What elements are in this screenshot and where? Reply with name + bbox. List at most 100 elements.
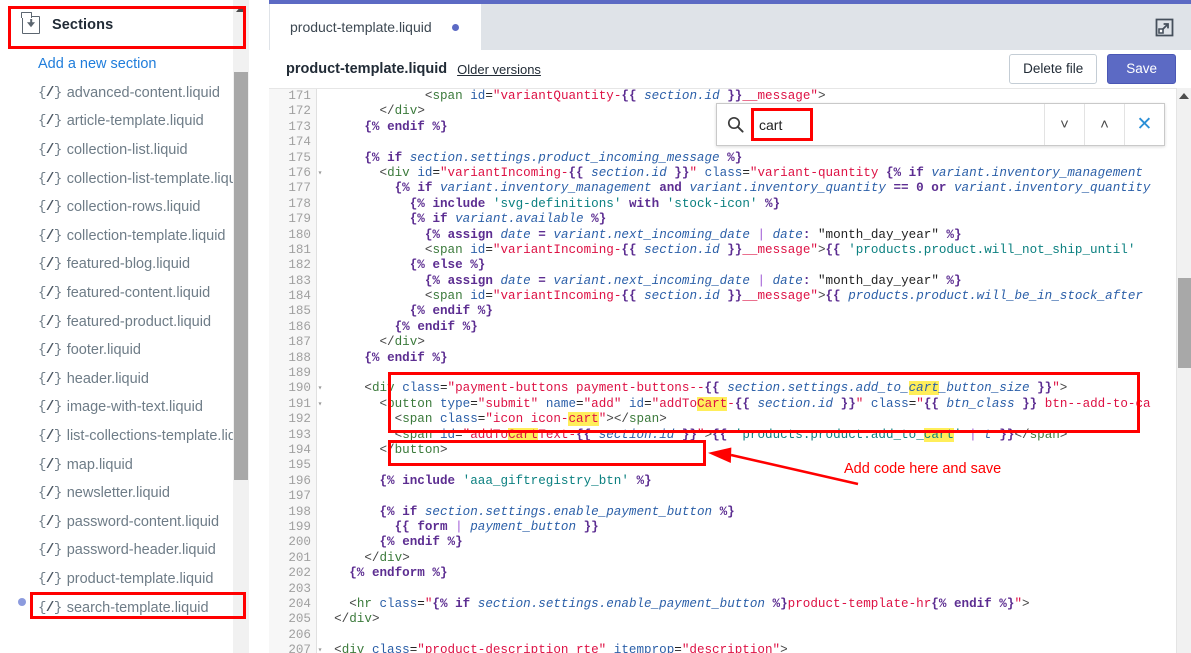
sections-sidebar: Sections Add a new section {/} advanced-c… bbox=[0, 0, 249, 653]
liquid-file-icon: {/} bbox=[38, 513, 62, 530]
code-line[interactable] bbox=[319, 458, 1191, 473]
line-number: 181 bbox=[288, 242, 311, 257]
active-file-dot-icon bbox=[18, 598, 26, 606]
code-line[interactable]: {% endif %} bbox=[319, 351, 1191, 366]
older-versions-link[interactable]: Older versions bbox=[457, 62, 541, 77]
search-match: Cart bbox=[508, 427, 539, 442]
code-line[interactable]: {% endif %} bbox=[319, 535, 1191, 550]
line-number: 180 bbox=[288, 227, 311, 242]
find-next-button[interactable]: ˅ bbox=[1044, 104, 1084, 145]
code-line[interactable]: {% include 'svg-definitions' with 'stock… bbox=[319, 197, 1191, 212]
code-line[interactable]: <div class="payment-buttons payment-butt… bbox=[319, 381, 1191, 396]
sidebar-file-product-template-liquid[interactable]: {/} product-template.liquid bbox=[0, 565, 249, 594]
editor-scrollbar[interactable] bbox=[1176, 88, 1191, 653]
code-line[interactable]: {% include 'aaa_giftregistry_btn' %} bbox=[319, 474, 1191, 489]
sidebar-file-image-with-text-liquid[interactable]: {/} image-with-text.liquid bbox=[0, 393, 249, 422]
code-content[interactable]: <span id="variantQuantity-{{ section.id … bbox=[319, 89, 1191, 653]
code-editor-area[interactable]: 171 172 173 174 175 176 ▾ 177 178 179 180 181 182 183… bbox=[269, 88, 1191, 653]
sidebar-file-footer-liquid[interactable]: {/} footer.liquid bbox=[0, 336, 249, 365]
code-line[interactable] bbox=[319, 489, 1191, 504]
code-line[interactable]: <div class="product-description rte" ite… bbox=[319, 643, 1191, 653]
sidebar-file-search-template-liquid[interactable]: {/} search-template.liquid bbox=[0, 593, 249, 622]
code-line[interactable]: </div> bbox=[319, 612, 1191, 627]
code-line[interactable]: {% endif %} bbox=[319, 320, 1191, 335]
sidebar-file-collection-rows-liquid[interactable]: {/} collection-rows.liquid bbox=[0, 193, 249, 222]
code-line[interactable]: {{ form | payment_button }} bbox=[319, 520, 1191, 535]
liquid-file-icon: {/} bbox=[38, 170, 62, 187]
code-line[interactable] bbox=[319, 366, 1191, 381]
code-line[interactable]: {% if variant.inventory_management and v… bbox=[319, 181, 1191, 196]
sidebar-scroll-thumb[interactable] bbox=[234, 72, 248, 480]
sidebar-file-featured-content-liquid[interactable]: {/} featured-content.liquid bbox=[0, 279, 249, 308]
code-line[interactable] bbox=[319, 582, 1191, 597]
sidebar-file-collection-list-liquid[interactable]: {/} collection-list.liquid bbox=[0, 136, 249, 165]
code-line[interactable]: </button> bbox=[319, 443, 1191, 458]
line-number: 194 bbox=[288, 442, 311, 457]
code-line[interactable]: {% assign date = variant.next_incoming_d… bbox=[319, 274, 1191, 289]
sidebar-file-label: article-template.liquid bbox=[66, 113, 204, 130]
sidebar-file-label: featured-content.liquid bbox=[66, 285, 211, 302]
editor-scroll-thumb[interactable] bbox=[1178, 278, 1191, 368]
line-number: 206 bbox=[288, 627, 311, 642]
code-line[interactable]: <hr class="{% if section.settings.enable… bbox=[319, 597, 1191, 612]
sidebar-file-password-content-liquid[interactable]: {/} password-content.liquid bbox=[0, 508, 249, 537]
line-number: 175 bbox=[288, 150, 311, 165]
code-line[interactable] bbox=[319, 628, 1191, 643]
save-button[interactable]: Save bbox=[1107, 54, 1176, 85]
code-line[interactable]: {% assign date = variant.next_incoming_d… bbox=[319, 228, 1191, 243]
sidebar-file-featured-blog-liquid[interactable]: {/} featured-blog.liquid bbox=[0, 250, 249, 279]
code-line[interactable]: {% if variant.available %} bbox=[319, 212, 1191, 227]
code-line[interactable]: <button type="submit" name="add" id="add… bbox=[319, 396, 1191, 412]
add-new-section-link[interactable]: Add a new section bbox=[0, 50, 249, 79]
code-line[interactable]: {% else %} bbox=[319, 258, 1191, 273]
close-search-button[interactable]: ✕ bbox=[1124, 104, 1164, 145]
sidebar-file-label: image-with-text.liquid bbox=[66, 399, 203, 416]
line-number: 204 bbox=[288, 596, 311, 611]
code-line[interactable]: <div id="variantIncoming-{{ section.id }… bbox=[319, 166, 1191, 181]
sidebar-file-map-liquid[interactable]: {/} map.liquid bbox=[0, 450, 249, 479]
line-number: 176 ▾ bbox=[288, 165, 323, 180]
tab-product-template-liquid[interactable]: product-template.liquid bbox=[270, 4, 481, 50]
sidebar-file-collection-list-template-liquid[interactable]: {/} collection-list-template.liquid bbox=[0, 164, 249, 193]
sidebar-file-featured-product-liquid[interactable]: {/} featured-product.liquid bbox=[0, 307, 249, 336]
code-line[interactable]: {% if section.settings.product_incoming_… bbox=[319, 151, 1191, 166]
add-new-section-label[interactable]: Add a new section bbox=[38, 56, 157, 72]
sidebar-file-header-liquid[interactable]: {/} header.liquid bbox=[0, 365, 249, 394]
line-number: 202 bbox=[288, 566, 311, 581]
search-input[interactable] bbox=[753, 104, 1044, 145]
scroll-up-arrow-icon[interactable] bbox=[236, 6, 246, 12]
find-widget[interactable]: ˅ ˄ ✕ bbox=[716, 103, 1165, 146]
sidebar-file-advanced-content-liquid[interactable]: {/} advanced-content.liquid bbox=[0, 79, 249, 108]
code-line[interactable]: <span id="variantIncoming-{{ section.id … bbox=[319, 289, 1191, 304]
sidebar-file-password-header-liquid[interactable]: {/} password-header.liquid bbox=[0, 536, 249, 565]
code-line[interactable]: </div> bbox=[319, 335, 1191, 350]
line-number: 190 ▾ bbox=[288, 381, 323, 396]
code-line[interactable]: {% if section.settings.enable_payment_bu… bbox=[319, 505, 1191, 520]
sidebar-file-list-collections-template-liquid[interactable]: {/} list-collections-template.liquid bbox=[0, 422, 249, 451]
sidebar-scrollbar[interactable] bbox=[233, 0, 249, 653]
code-line[interactable]: </div> bbox=[319, 551, 1191, 566]
liquid-file-icon: {/} bbox=[38, 84, 62, 101]
annotation-label-add-code: Add code here and save bbox=[844, 461, 1002, 477]
editor-scroll-up-arrow-icon[interactable] bbox=[1179, 93, 1189, 99]
sidebar-file-collection-template-liquid[interactable]: {/} collection-template.liquid bbox=[0, 222, 249, 251]
find-previous-button[interactable]: ˄ bbox=[1084, 104, 1124, 145]
expand-icon[interactable] bbox=[1154, 17, 1175, 38]
code-line[interactable]: {% endform %} bbox=[319, 566, 1191, 581]
line-number: 188 bbox=[288, 350, 311, 365]
line-number: 174 bbox=[288, 135, 311, 150]
sidebar-file-article-template-liquid[interactable]: {/} article-template.liquid bbox=[0, 107, 249, 136]
code-line[interactable]: <span id="addToCartText-{{ section.id }}… bbox=[319, 427, 1191, 443]
code-line[interactable]: <span class="icon icon-cart"></span> bbox=[319, 412, 1191, 427]
sidebar-file-label: collection-template.liquid bbox=[66, 227, 226, 244]
editor-panel: product-template.liquid product-template… bbox=[269, 0, 1191, 653]
sections-header[interactable]: Sections bbox=[0, 0, 249, 50]
code-line[interactable]: <span id="variantIncoming-{{ section.id … bbox=[319, 243, 1191, 258]
delete-file-button[interactable]: Delete file bbox=[1009, 54, 1098, 85]
line-number: 203 bbox=[288, 581, 311, 596]
code-line[interactable]: {% endif %} bbox=[319, 304, 1191, 319]
search-icon bbox=[717, 104, 753, 145]
sidebar-file-newsletter-liquid[interactable]: {/} newsletter.liquid bbox=[0, 479, 249, 508]
sidebar-file-label: product-template.liquid bbox=[66, 570, 214, 587]
liquid-file-icon: {/} bbox=[38, 256, 62, 273]
